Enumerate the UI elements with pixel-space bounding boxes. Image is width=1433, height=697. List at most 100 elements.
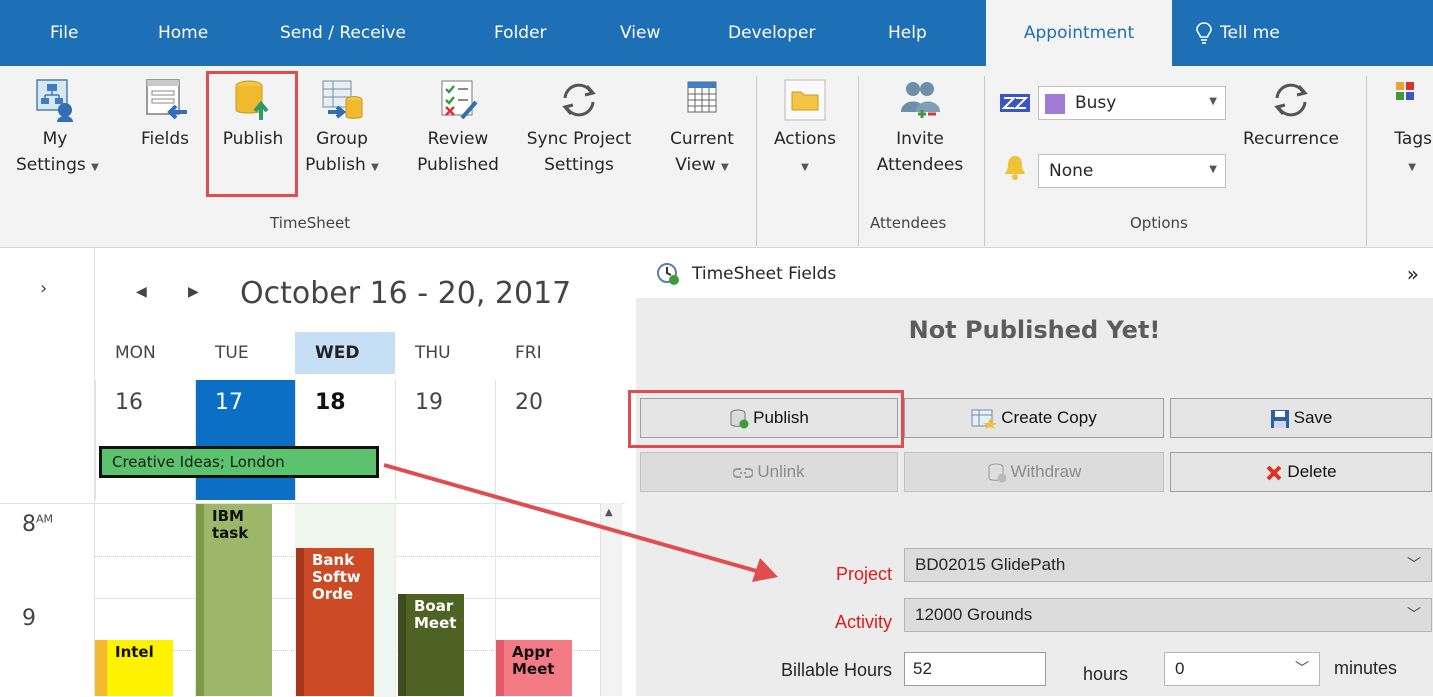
day-header-tue[interactable]: TUE <box>195 332 295 374</box>
calendar-grid-icon <box>687 81 717 113</box>
appointment-board-meeting[interactable]: Boar Meet <box>398 594 464 696</box>
day-cell-thu[interactable] <box>395 380 495 500</box>
invite-attendees-button[interactable]: Invite Attendees <box>864 78 976 178</box>
scroll-up-arrow-icon[interactable]: ▲ <box>605 507 613 518</box>
ribbon: My Settings ▼ Fields Publish Group Publi… <box>0 66 1433 248</box>
review-published-label-2: Published <box>417 155 499 175</box>
save-floppy-icon <box>1270 409 1289 428</box>
appointment-ibm-task[interactable]: IBM task <box>196 504 272 696</box>
my-settings-button[interactable]: My Settings ▼ <box>16 78 99 181</box>
delete-button[interactable]: Delete <box>1170 452 1432 492</box>
save-button[interactable]: Save <box>1170 398 1432 438</box>
appointment-bank-software[interactable]: Bank Softw Orde <box>296 548 374 696</box>
actions-button[interactable]: Actions ▼ <box>762 78 848 181</box>
day-number-18: 18 <box>315 390 346 415</box>
show-as-dropdown[interactable]: Busy ▼ <box>1038 86 1226 120</box>
day-header-fri[interactable]: FRI <box>495 332 592 374</box>
review-checklist-icon <box>441 80 478 120</box>
review-published-button[interactable]: Review Published <box>402 78 514 178</box>
chevron-down-icon: ﹀ <box>1295 660 1309 676</box>
chevron-down-icon: ﹀ <box>1407 556 1421 572</box>
hour-8-suffix: AM <box>36 512 54 526</box>
minutes-unit-label: minutes <box>1334 658 1398 678</box>
group-separator <box>984 76 985 246</box>
show-as-icon <box>1000 94 1030 112</box>
activity-label: Activity <box>834 612 892 632</box>
reminder-dropdown[interactable]: None ▼ <box>1038 154 1226 188</box>
day-number-16: 16 <box>115 390 143 415</box>
day-number-19: 19 <box>415 390 443 415</box>
day-number-17: 17 <box>215 390 243 415</box>
tab-send-receive[interactable]: Send / Receive <box>280 0 406 66</box>
lightbulb-icon <box>1196 22 1212 44</box>
chevron-down-icon: ﹀ <box>1407 606 1421 622</box>
day-header-wed[interactable]: WED <box>295 332 395 374</box>
review-published-label-1: Review <box>427 129 489 149</box>
panel-title: TimeSheet Fields <box>692 264 837 284</box>
day-cell-tue-selected[interactable] <box>195 380 295 500</box>
tell-me-label: Tell me <box>1220 23 1280 43</box>
tab-view[interactable]: View <box>620 0 660 66</box>
chevron-down-icon: ▼ <box>1209 164 1217 175</box>
create-copy-icon <box>971 409 998 429</box>
tags-label: Tags <box>1394 129 1432 149</box>
collapse-panel-icon[interactable]: » <box>1407 262 1419 286</box>
group-publish-icon <box>322 80 363 119</box>
minutes-dropdown[interactable]: 0 ﹀ <box>1164 652 1320 686</box>
minutes-value: 0 <box>1175 659 1185 678</box>
expand-pane-chevron-icon[interactable]: › <box>40 278 47 299</box>
hour-label-9: 9 <box>22 606 36 631</box>
group-publish-label-1: Group <box>316 129 368 149</box>
invite-label-1: Invite <box>896 129 944 149</box>
group-label-timesheet: TimeSheet <box>270 214 351 232</box>
clock-icon <box>657 263 679 285</box>
day-number-20: 20 <box>515 390 543 415</box>
chevron-down-icon: ▼ <box>1408 162 1416 173</box>
tags-button[interactable]: Tags ▼ <box>1372 78 1432 181</box>
sync-project-settings-button[interactable]: Sync Project Settings <box>518 78 640 178</box>
tab-developer[interactable]: Developer <box>728 0 815 66</box>
fields-label: Fields <box>140 129 190 149</box>
tab-home[interactable]: Home <box>158 0 208 66</box>
project-dropdown[interactable]: BD02015 GlidePath ﹀ <box>904 548 1432 582</box>
activity-dropdown[interactable]: 12000 Grounds ﹀ <box>904 598 1432 632</box>
current-view-label-2: View <box>675 155 716 175</box>
fields-button[interactable]: Fields <box>134 78 196 152</box>
create-copy-label: Create Copy <box>1001 408 1097 427</box>
sync-icon <box>562 83 596 117</box>
billable-hours-input[interactable]: 52 <box>904 652 1046 686</box>
tags-grid-icon <box>1396 82 1414 100</box>
publish-button-highlight-box <box>628 390 904 448</box>
day-header-thu[interactable]: THU <box>395 332 495 374</box>
recurrence-button[interactable]: Recurrence <box>1228 78 1354 152</box>
tell-me-search[interactable]: Tell me <box>1196 0 1280 66</box>
group-publish-button[interactable]: Group Publish ▼ <box>300 78 384 181</box>
all-day-event[interactable]: Creative Ideas; London <box>99 446 379 478</box>
day-cell-mon[interactable] <box>95 380 195 500</box>
timesheet-fields-panel: TimeSheet Fields » Not Published Yet! Pu… <box>628 258 1433 696</box>
calendar-scrollbar[interactable]: ▲ <box>600 503 622 696</box>
withdraw-button[interactable]: Withdraw <box>904 452 1164 492</box>
day-cell-fri[interactable] <box>495 380 595 500</box>
unlink-button[interactable]: Unlink <box>640 452 898 492</box>
reminder-bell-icon <box>1005 156 1025 180</box>
group-label-options: Options <box>1130 214 1188 232</box>
tab-folder[interactable]: Folder <box>494 0 547 66</box>
previous-week-arrow-icon[interactable]: ◀ <box>136 284 147 300</box>
recurrence-icon <box>1274 83 1308 117</box>
appointment-approval-meeting[interactable]: Appr Meet <box>496 640 572 696</box>
next-week-arrow-icon[interactable]: ▶ <box>188 284 199 300</box>
tab-file[interactable]: File <box>50 0 78 66</box>
project-label: Project <box>835 564 892 584</box>
show-as-value: Busy <box>1075 93 1117 113</box>
actions-label: Actions <box>773 129 837 149</box>
recurrence-label: Recurrence <box>1243 129 1339 149</box>
appointment-intel[interactable]: Intel <box>95 640 173 696</box>
group-label-attendees: Attendees <box>870 214 947 232</box>
publish-status: Not Published Yet! <box>908 316 1161 344</box>
create-copy-button[interactable]: Create Copy <box>904 398 1164 438</box>
tab-help[interactable]: Help <box>888 0 927 66</box>
tab-appointment[interactable]: Appointment <box>986 0 1172 66</box>
current-view-button[interactable]: Current View ▼ <box>660 78 744 181</box>
day-header-mon[interactable]: MON <box>95 332 195 374</box>
